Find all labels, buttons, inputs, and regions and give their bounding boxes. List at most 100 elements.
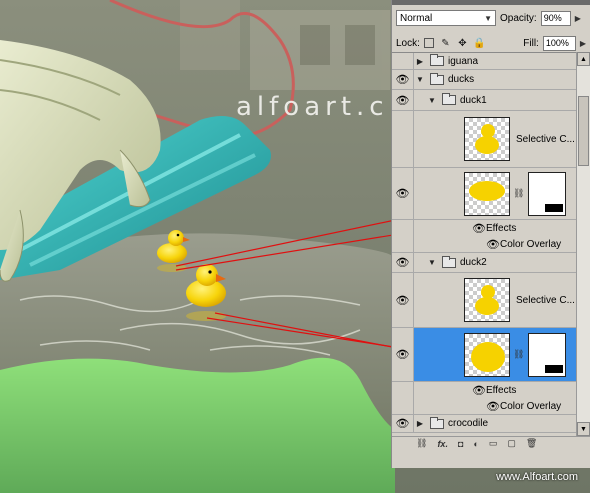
watermark-text: alfoart.c [236, 92, 389, 122]
scroll-up-icon[interactable]: ▲ [577, 52, 590, 66]
visibility-toggle[interactable]: 👁 [392, 253, 414, 272]
collapse-arrow-icon[interactable]: ▼ [426, 258, 438, 267]
scroll-thumb[interactable] [578, 96, 589, 166]
visibility-toggle[interactable]: 👁 [392, 273, 414, 327]
visibility-toggle[interactable]: 👁 [392, 90, 414, 110]
folder-icon [442, 255, 456, 268]
chevron-down-icon: ▼ [484, 13, 492, 23]
lock-move-icon[interactable]: ✥ [457, 38, 468, 49]
link-layers-icon[interactable]: ⛓ [416, 438, 427, 449]
lock-brush-icon[interactable]: ✎ [440, 38, 451, 49]
layer-thumbnail [464, 117, 510, 161]
visibility-toggle[interactable]: 👁 [392, 415, 414, 432]
thumb-duck-blob [471, 341, 505, 372]
expand-arrow-icon[interactable]: ▶ [414, 419, 426, 428]
thumb-duck-blob [469, 180, 505, 201]
layers-panel: Normal ▼ Opacity: 90% ▶ Lock: ✎ ✥ 🔒 Fill… [391, 0, 590, 468]
visibility-toggle[interactable] [392, 220, 414, 236]
layer-thumbnail [464, 332, 510, 377]
layer-name: duck1 [460, 94, 487, 106]
layer-name: Selective C... [516, 294, 575, 306]
layer-name: Selective C... [516, 133, 575, 145]
layer-row-ducks[interactable]: 👁 ▼ ducks [392, 70, 576, 90]
layer-row-crocodile[interactable]: 👁 ▶ crocodile [392, 415, 576, 433]
eye-icon[interactable]: 👁 [486, 400, 500, 413]
fill-label: Fill: [523, 37, 539, 49]
visibility-toggle[interactable]: 👁 [392, 70, 414, 89]
visibility-toggle[interactable] [392, 236, 414, 252]
trash-icon[interactable]: 🗑 [526, 438, 537, 449]
visibility-toggle[interactable] [392, 111, 414, 167]
thumb-duck-body [475, 136, 499, 154]
visibility-toggle[interactable]: 👁 [392, 168, 414, 219]
expand-arrow-icon[interactable]: ▶ [414, 57, 426, 66]
layer-mask-thumbnail[interactable] [528, 171, 567, 216]
layer-row-selective-color-1[interactable]: Selective C... [392, 111, 576, 168]
lock-transparency-icon[interactable] [423, 38, 434, 48]
eye-icon: 👁 [395, 74, 410, 86]
layer-thumbnail [464, 171, 510, 216]
add-mask-icon[interactable]: ◘ [458, 439, 463, 449]
eye-icon: 👁 [395, 257, 410, 269]
effects-row-1[interactable]: 👁 Effects [392, 220, 576, 236]
adjustment-layer-icon[interactable]: ◐ [473, 439, 478, 449]
new-group-icon[interactable]: ▭ [489, 438, 498, 449]
fill-arrow-icon[interactable]: ▶ [580, 39, 586, 48]
thumb-duck-head [481, 124, 495, 138]
link-icon[interactable]: ⛓ [513, 349, 524, 360]
layer-mask-thumbnail[interactable] [528, 332, 567, 377]
layer-row-duck1-masked[interactable]: 👁 ⛓ [392, 168, 576, 220]
layer-name: iguana [448, 55, 479, 67]
layer-row-selective-color-2[interactable]: 👁 Selective C... [392, 273, 576, 328]
eye-icon: 👁 [395, 294, 410, 307]
layer-row-duck1[interactable]: 👁 ▼ duck1 [392, 90, 576, 111]
layers-list: ▶ iguana 👁 ▼ ducks 👁 ▼ duck1 Selective C… [392, 52, 576, 437]
layer-name: crocodile [448, 418, 489, 429]
effect-row-color-overlay-1[interactable]: 👁 Color Overlay [392, 236, 576, 253]
layer-row-duck2-masked[interactable]: 👁 ⛓ [392, 328, 576, 382]
effects-label: Effects [486, 222, 517, 234]
layer-name: duck2 [460, 257, 487, 268]
visibility-toggle[interactable] [392, 398, 414, 414]
fill-input[interactable]: 100% [542, 35, 576, 51]
thumb-duck-body [475, 297, 499, 315]
effect-row-color-overlay-2[interactable]: 👁 Color Overlay [392, 398, 576, 415]
layers-scrollbar[interactable]: ▲ ▼ [576, 52, 590, 436]
visibility-toggle[interactable]: 👁 [392, 328, 414, 381]
blend-row: Normal ▼ Opacity: 90% ▶ [392, 5, 590, 31]
lock-icon[interactable]: 🔒 [473, 38, 485, 49]
fill-value: 100% [545, 38, 569, 48]
new-layer-icon[interactable]: ▢ [507, 438, 516, 449]
eye-icon[interactable]: 👁 [486, 238, 500, 251]
eye-icon[interactable]: 👁 [472, 222, 486, 235]
layer-row-duck2[interactable]: 👁 ▼ duck2 [392, 253, 576, 273]
eye-icon: 👁 [395, 94, 410, 107]
eye-icon: 👁 [395, 188, 410, 200]
lock-icons: ✎ ✥ 🔒 [423, 38, 486, 49]
effects-row-2[interactable]: 👁 Effects [392, 382, 576, 398]
thumb-duck-head [481, 285, 495, 299]
layer-thumbnail [464, 278, 510, 322]
credit-text: www.Alfoart.com [496, 471, 578, 483]
visibility-toggle[interactable] [392, 382, 414, 398]
scroll-down-icon[interactable]: ▼ [577, 422, 590, 436]
folder-icon [430, 54, 444, 66]
layer-name: ducks [448, 74, 475, 85]
visibility-toggle[interactable] [392, 53, 414, 69]
collapse-arrow-icon[interactable]: ▼ [426, 96, 438, 105]
effect-name: Color Overlay [500, 238, 562, 250]
opacity-input[interactable]: 90% [540, 10, 571, 26]
blend-mode-value: Normal [400, 12, 433, 24]
collapse-arrow-icon[interactable]: ▼ [414, 75, 426, 84]
panel-bottom-toolbar: ⛓ fx. ◘ ◐ ▭ ▢ 🗑 [392, 436, 590, 450]
lock-label: Lock: [396, 37, 420, 49]
folder-icon [430, 416, 444, 429]
effects-label: Effects [486, 384, 517, 396]
layer-row-iguana[interactable]: ▶ iguana [392, 53, 576, 70]
blend-mode-select[interactable]: Normal ▼ [396, 10, 496, 26]
opacity-arrow-icon[interactable]: ▶ [575, 14, 581, 23]
eye-icon[interactable]: 👁 [472, 384, 486, 397]
fx-icon[interactable]: fx. [437, 439, 448, 449]
folder-icon [442, 93, 456, 105]
link-icon[interactable]: ⛓ [513, 188, 524, 199]
